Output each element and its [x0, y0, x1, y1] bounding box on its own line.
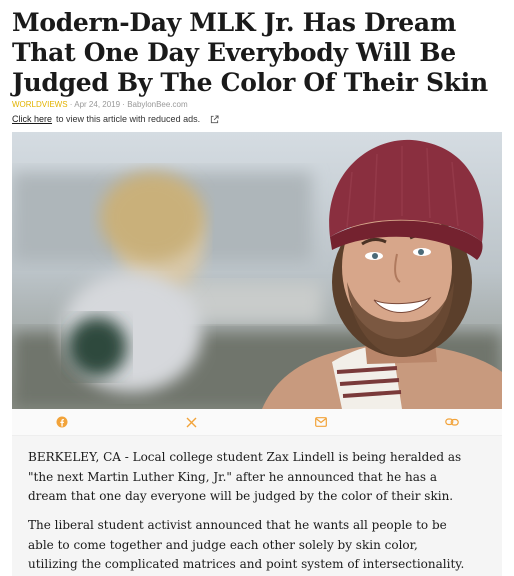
- article-paragraph: BERKELEY, CA - Local college student Zax…: [28, 450, 462, 503]
- article-source: BabylonBee.com: [127, 100, 188, 109]
- external-link-icon[interactable]: [210, 114, 219, 124]
- article-hero-image: [12, 132, 502, 409]
- copy-link-icon: [445, 418, 459, 426]
- x-share-button[interactable]: [183, 414, 199, 430]
- article-date: Apr 24, 2019: [74, 100, 121, 109]
- reduced-ads-link[interactable]: Click here: [12, 114, 52, 124]
- facebook-share-button[interactable]: [54, 414, 70, 430]
- copy-link-button[interactable]: [444, 414, 460, 430]
- x-icon: [186, 417, 196, 427]
- facebook-icon: [56, 416, 68, 428]
- article-body: BERKELEY, CA - Local college student Zax…: [12, 436, 502, 576]
- email-icon: [315, 417, 327, 427]
- email-share-button[interactable]: [313, 414, 329, 430]
- article-meta: WORLDVIEWS · Apr 24, 2019 · BabylonBee.c…: [12, 100, 188, 109]
- reduced-ads-text: to view this article with reduced ads.: [56, 114, 201, 124]
- reduced-ads-notice: Click here to view this article with red…: [12, 114, 219, 124]
- category-link[interactable]: WORLDVIEWS: [12, 100, 68, 109]
- article-paragraph: The liberal student activist announced t…: [28, 518, 465, 571]
- article-headline: Modern-Day MLK Jr. Has Dream That One Da…: [12, 8, 488, 97]
- hero-photo-illustration: [12, 132, 502, 409]
- share-bar: [12, 409, 502, 436]
